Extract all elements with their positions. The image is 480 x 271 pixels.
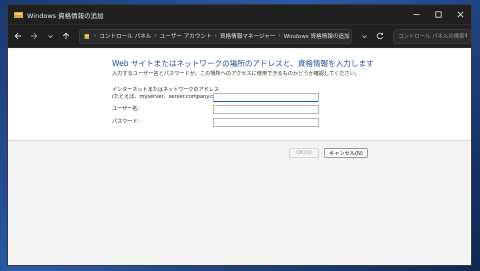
- chevron-down-icon: [47, 34, 53, 38]
- control-panel-icon: [84, 33, 90, 39]
- breadcrumb-separator: ›: [214, 33, 217, 39]
- content-area: Web サイトまたはネットワークの場所のアドレスと、資格情報を入力します 入力す…: [8, 49, 471, 265]
- arrow-right-icon: [30, 32, 38, 40]
- username-field[interactable]: [213, 105, 319, 114]
- breadcrumb-control-panel[interactable]: コントロール パネル: [99, 32, 151, 40]
- up-button[interactable]: [60, 29, 73, 43]
- navigation-toolbar: › コントロール パネル › ユーザー アカウント › 資格情報マネージャー ›…: [8, 24, 471, 48]
- breadcrumb-separator: ›: [278, 33, 281, 39]
- username-label: ユーザー名:: [112, 106, 140, 112]
- close-icon: [457, 11, 463, 18]
- minimize-button[interactable]: [405, 5, 427, 24]
- arrow-up-icon: [63, 32, 70, 39]
- arrow-left-icon: [14, 32, 21, 40]
- search-input[interactable]: コントロール パネルの検索: [398, 32, 464, 40]
- minimize-icon: [413, 14, 419, 15]
- maximize-icon: [434, 11, 442, 18]
- address-label-line-2: (たとえば、myserver、server.company.com):: [112, 94, 225, 100]
- back-button[interactable]: [11, 29, 24, 43]
- title-bar: Windows 資格情報の追加: [8, 5, 471, 24]
- search-box[interactable]: コントロール パネルの検索: [393, 28, 471, 44]
- form-panel: Web サイトまたはネットワークの場所のアドレスと、資格情報を入力します 入力す…: [8, 49, 471, 141]
- ok-button[interactable]: OK(O): [289, 148, 319, 158]
- search-icon: [465, 32, 467, 38]
- forward-button[interactable]: [27, 29, 40, 43]
- password-label: パスワード:: [112, 119, 140, 125]
- recent-locations-button[interactable]: [43, 29, 56, 43]
- close-button[interactable]: [449, 5, 471, 24]
- breadcrumb-separator: ›: [154, 33, 157, 39]
- credential-window: Windows 資格情報の追加 › コントロール パネル › ユーザー アカウン…: [7, 4, 472, 266]
- password-field[interactable]: [213, 118, 319, 127]
- breadcrumb-add-credential[interactable]: Windows 資格情報の追加: [284, 32, 350, 40]
- credential-manager-icon: [14, 11, 23, 18]
- address-dropdown-button[interactable]: [358, 29, 371, 43]
- page-description: 入力するユーザー名とパスワードが、この場所へのアクセスに使用できるものかどうか確…: [112, 71, 361, 77]
- address-field[interactable]: [213, 93, 319, 102]
- page-title: Web サイトまたはネットワークの場所のアドレスと、資格情報を入力します: [112, 59, 374, 68]
- breadcrumb-credential-manager[interactable]: 資格情報マネージャー: [220, 32, 276, 40]
- address-label-line-1: インターネットまたはネットワークのアドレス: [112, 87, 219, 93]
- breadcrumb-user-accounts[interactable]: ユーザー アカウント: [160, 32, 212, 40]
- refresh-button[interactable]: [374, 29, 387, 43]
- cancel-button[interactable]: キャンセル(N): [324, 148, 368, 158]
- chevron-down-icon: [361, 34, 367, 38]
- maximize-button[interactable]: [427, 5, 449, 24]
- address-bar[interactable]: › コントロール パネル › ユーザー アカウント › 資格情報マネージャー ›…: [78, 28, 352, 44]
- breadcrumb-separator: ›: [94, 33, 97, 39]
- refresh-icon: [377, 32, 384, 40]
- window-title: Windows 資格情報の追加: [27, 11, 104, 20]
- address-label: インターネットまたはネットワークのアドレス (たとえば、myserver、ser…: [112, 87, 225, 101]
